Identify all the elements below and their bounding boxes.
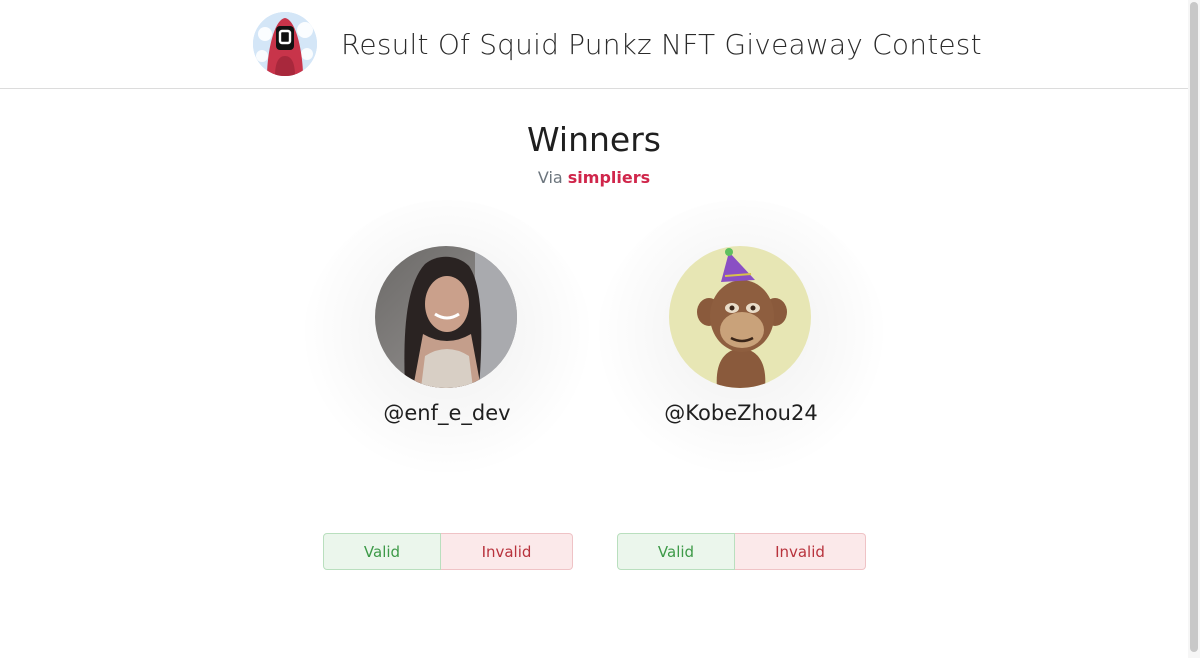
via-line: Via simpliers — [0, 168, 1188, 187]
profile-photo-avatar[interactable] — [375, 246, 517, 388]
valid-button[interactable]: Valid — [323, 533, 441, 570]
via-prefix: Via — [537, 168, 563, 187]
page-header: Result Of Squid Punkz NFT Giveaway Conte… — [0, 0, 1200, 89]
winner-card: @enf_e_dev — [302, 200, 592, 490]
invalid-button[interactable]: Invalid — [441, 533, 573, 570]
valid-button[interactable]: Valid — [617, 533, 735, 570]
winner-card: @KobeZhou24 — [596, 200, 886, 490]
simpliers-link[interactable]: simpliers — [568, 168, 650, 187]
vertical-scrollbar[interactable] — [1188, 0, 1200, 658]
invalid-button[interactable]: Invalid — [735, 533, 866, 570]
squid-punk-logo-icon — [253, 12, 317, 76]
ape-party-hat-avatar[interactable] — [669, 246, 811, 388]
winner-handle: @enf_e_dev — [383, 401, 511, 425]
scrollbar-thumb[interactable] — [1190, 2, 1198, 652]
winner-handle: @KobeZhou24 — [664, 401, 818, 425]
validation-button-group: Valid Invalid — [617, 533, 866, 570]
header-brand: Result Of Squid Punkz NFT Giveaway Conte… — [253, 12, 982, 76]
page-title: Result Of Squid Punkz NFT Giveaway Conte… — [341, 27, 982, 61]
validation-button-group: Valid Invalid — [323, 533, 573, 570]
winners-heading: Winners — [527, 120, 661, 159]
